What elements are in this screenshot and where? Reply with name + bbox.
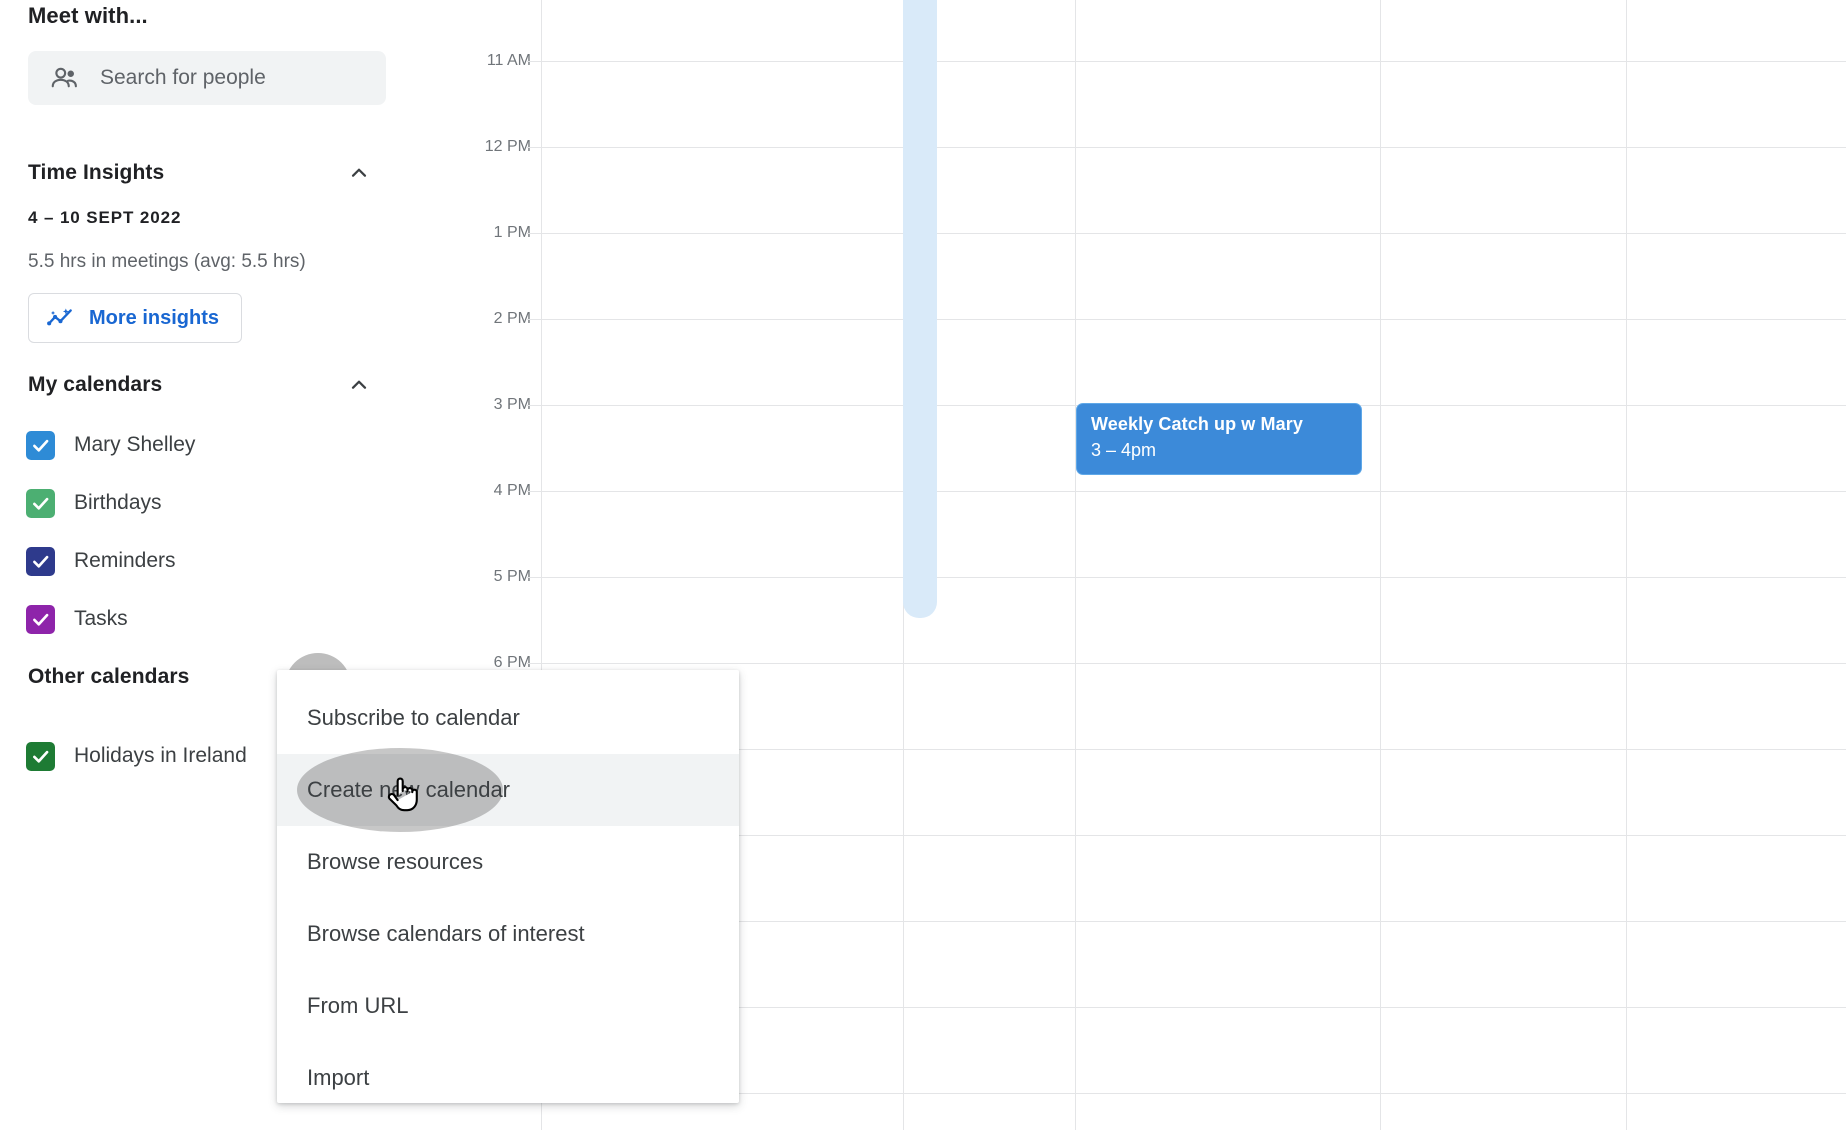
- menu-item-label: From URL: [307, 993, 409, 1018]
- hour-label: 1 PM: [493, 224, 531, 241]
- menu-item-label: Browse resources: [307, 849, 484, 874]
- chevron-up-icon[interactable]: [346, 160, 372, 186]
- hour-label: 12 PM: [484, 138, 531, 155]
- time-insights-summary: 5.5 hrs in meetings (avg: 5.5 hrs): [28, 251, 306, 272]
- search-placeholder: Search for people: [100, 66, 266, 89]
- hour-label: 3 PM: [493, 396, 531, 413]
- chevron-up-icon[interactable]: [346, 372, 372, 398]
- calendar-item-mary-shelley[interactable]: Mary Shelley: [26, 424, 386, 466]
- hour-label: 4 PM: [493, 482, 531, 499]
- more-insights-button[interactable]: More insights: [28, 293, 243, 343]
- calendar-checkbox[interactable]: [26, 741, 55, 771]
- hour-gridline: [527, 233, 1846, 234]
- hour-gridline: [527, 319, 1846, 320]
- day-column-divider: [1626, 0, 1627, 1130]
- time-insights-title: Time Insights: [28, 161, 165, 184]
- my-calendars-title: My calendars: [28, 373, 163, 396]
- calendar-item-birthdays[interactable]: Birthdays: [26, 482, 386, 524]
- menu-item-import[interactable]: Import: [277, 1042, 739, 1103]
- calendar-checkbox[interactable]: [26, 488, 55, 518]
- other-calendars-title: Other calendars: [28, 665, 190, 688]
- menu-item-from-url[interactable]: From URL: [277, 970, 739, 1042]
- hour-gridline: [527, 663, 1846, 664]
- hour-gridline: [527, 147, 1846, 148]
- calendar-checkbox[interactable]: [26, 604, 55, 634]
- insights-sparkline-icon: [47, 306, 75, 330]
- meet-with-heading: Meet with...: [28, 3, 148, 28]
- more-insights-label: More insights: [89, 306, 220, 329]
- menu-item-browse-resources[interactable]: Browse resources: [277, 826, 739, 898]
- calendar-name: Birthdays: [74, 491, 162, 514]
- calendar-name: Reminders: [74, 549, 176, 572]
- menu-item-subscribe-to-calendar[interactable]: Subscribe to calendar: [277, 682, 739, 754]
- hour-gridline: [527, 491, 1846, 492]
- hour-gridline: [527, 61, 1846, 62]
- people-icon: [50, 65, 80, 91]
- menu-item-label: Import: [307, 1065, 370, 1090]
- time-insights-header[interactable]: Time Insights: [28, 160, 372, 186]
- calendar-checkbox[interactable]: [26, 430, 55, 460]
- calendar-event[interactable]: Weekly Catch up w Mary 3 – 4pm: [1076, 403, 1362, 475]
- hour-label: 2 PM: [493, 310, 531, 327]
- menu-item-label: Browse calendars of interest: [307, 921, 585, 946]
- search-for-people-input[interactable]: Search for people: [28, 51, 386, 105]
- add-calendar-menu[interactable]: Subscribe to calendar Create new calenda…: [277, 670, 739, 1103]
- calendar-item-tasks[interactable]: Tasks: [26, 598, 386, 640]
- time-insights-date-range: 4 – 10 SEPT 2022: [28, 208, 182, 227]
- calendar-app: Meet with... Search for people Time Insi…: [0, 0, 1846, 1130]
- menu-item-label: Subscribe to calendar: [307, 705, 520, 730]
- hour-label: 11 AM: [486, 52, 531, 69]
- calendar-name: Holidays in Ireland: [74, 744, 247, 767]
- hour-gridline: [527, 577, 1846, 578]
- calendar-name: Mary Shelley: [74, 433, 196, 456]
- current-time-column-indicator: [903, 0, 937, 618]
- hour-label: 5 PM: [493, 568, 531, 585]
- event-title: Weekly Catch up w Mary: [1091, 414, 1303, 434]
- day-column-divider: [1380, 0, 1381, 1130]
- menu-item-label: Create new calendar: [307, 777, 511, 802]
- calendar-checkbox[interactable]: [26, 546, 55, 576]
- menu-item-create-new-calendar[interactable]: Create new calendar: [277, 748, 739, 832]
- calendar-name: Tasks: [74, 607, 128, 630]
- my-calendars-header[interactable]: My calendars: [28, 372, 372, 398]
- calendar-item-reminders[interactable]: Reminders: [26, 540, 386, 582]
- event-time: 3 – 4pm: [1091, 439, 1157, 460]
- menu-item-browse-calendars-of-interest[interactable]: Browse calendars of interest: [277, 898, 739, 970]
- day-column-divider: [1075, 0, 1076, 1130]
